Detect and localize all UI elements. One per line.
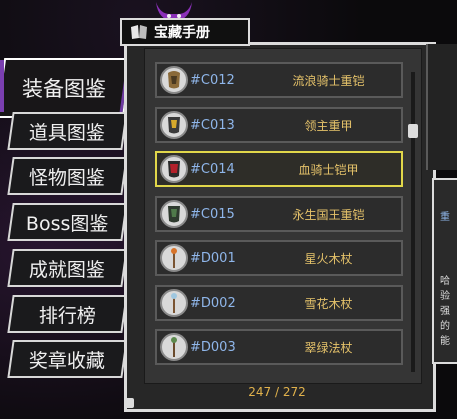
detail-text-line: 强 — [440, 306, 450, 317]
item-code: #C014 — [190, 161, 235, 177]
detail-text-line: 的 — [440, 321, 450, 332]
tab-monster-codex[interactable]: 怪物图鉴 — [7, 157, 128, 195]
scrollbar-thumb[interactable] — [408, 124, 418, 138]
item-code: #C012 — [190, 72, 235, 88]
list-item[interactable]: #D002 雪花木杖 — [155, 285, 403, 321]
tab-equipment-codex[interactable]: 装备图鉴 — [0, 58, 133, 118]
list-item[interactable]: #C012 流浪骑士重铠 — [155, 62, 403, 98]
item-name: 永生国王重铠 — [292, 207, 365, 222]
staff-icon — [160, 289, 188, 317]
detail-text-line: 能 — [440, 336, 450, 347]
item-name: 血骑士铠甲 — [298, 162, 359, 177]
staff-icon — [160, 244, 188, 272]
tab-medal-collection[interactable]: 奖章收藏 — [7, 340, 128, 378]
list-item[interactable]: #D001 星火木杖 — [155, 240, 403, 276]
active-tab-accent — [0, 60, 4, 112]
tab-achievement-codex[interactable]: 成就图鉴 — [7, 249, 128, 287]
detail-preview-panel — [426, 44, 457, 170]
tab-leaderboard[interactable]: 排行榜 — [7, 295, 128, 333]
item-code: #C013 — [190, 117, 235, 133]
detail-text-line: 验 — [440, 291, 450, 302]
item-name: 星火木杖 — [304, 251, 353, 266]
item-code: #C015 — [190, 206, 235, 222]
collection-counter: 247 / 272 — [248, 385, 306, 399]
detail-text-line: 哈 — [440, 276, 450, 287]
detail-label: 重 — [440, 212, 450, 223]
armor-icon — [160, 200, 188, 228]
item-code: #D002 — [190, 295, 236, 311]
tab-item-codex[interactable]: 道具图鉴 — [7, 112, 128, 150]
armor-icon — [160, 66, 188, 94]
codex-title: 宝藏手册 — [154, 25, 210, 41]
item-code: #D003 — [190, 339, 236, 355]
staff-icon — [160, 333, 188, 361]
armor-icon — [160, 155, 188, 183]
list-item[interactable]: #C013 领主重甲 — [155, 107, 403, 143]
list-item-selected[interactable]: #C014 血骑士铠甲 — [155, 151, 403, 187]
armor-icon — [160, 111, 188, 139]
book-icon — [131, 25, 147, 39]
codex-title-tab: 宝藏手册 — [120, 18, 250, 46]
list-item[interactable]: #D003 翠绿法杖 — [155, 329, 403, 365]
list-scrollbar[interactable] — [411, 72, 415, 372]
panel-corner — [124, 398, 134, 408]
item-name: 流浪骑士重铠 — [292, 73, 365, 88]
tab-boss-codex[interactable]: Boss图鉴 — [7, 203, 128, 241]
item-name: 领主重甲 — [304, 118, 353, 133]
list-item[interactable]: #C015 永生国王重铠 — [155, 196, 403, 232]
item-name: 翠绿法杖 — [304, 340, 353, 355]
item-name: 雪花木杖 — [304, 296, 353, 311]
item-code: #D001 — [190, 250, 236, 266]
